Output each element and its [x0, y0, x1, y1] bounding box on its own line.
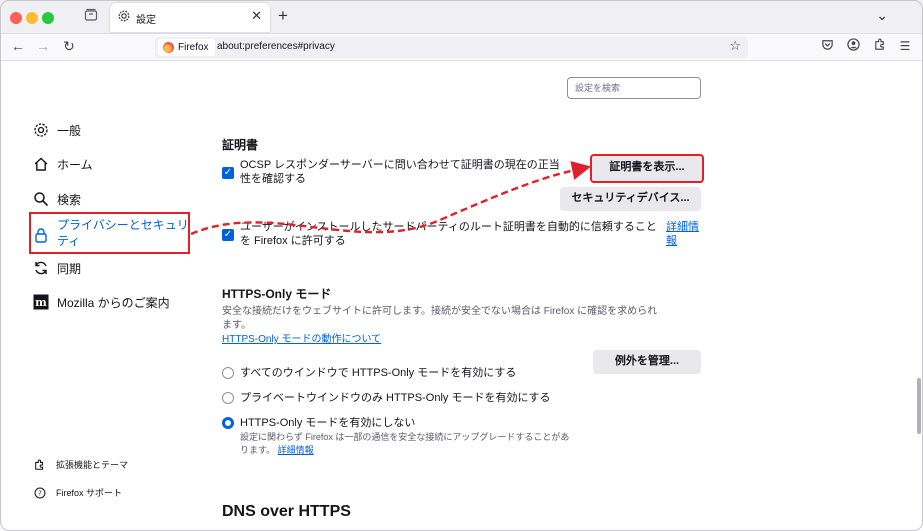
sidebar-item-sync[interactable]: 同期	[33, 257, 81, 279]
identity-label: Firefox	[178, 42, 209, 53]
https-only-disabled-radio[interactable]	[222, 417, 234, 429]
https-only-description-line2: ます。	[222, 320, 251, 331]
https-only-all-windows-radio[interactable]	[222, 367, 234, 379]
dns-over-https-heading: DNS over HTTPS	[222, 503, 351, 520]
third-party-root-label-line2: を Firefox に許可する	[240, 235, 346, 247]
ocsp-checkbox[interactable]: ✓	[222, 167, 234, 179]
url-bar[interactable]: Firefox about:preferences#privacy ☆	[155, 37, 748, 58]
svg-text:m: m	[35, 296, 47, 309]
firefox-logo-icon	[163, 42, 174, 53]
minimize-window-button[interactable]	[26, 12, 38, 24]
account-icon[interactable]	[845, 38, 861, 54]
annotation-highlight-privacy	[29, 212, 190, 254]
https-only-learn-link[interactable]: HTTPS-Only モードの動作について	[222, 333, 381, 347]
ocsp-label: OCSP レスポンダーサーバーに問い合わせて証明書の現在の正当 性を確認する	[240, 158, 560, 186]
https-only-disabled-label: HTTPS-Only モードを有効にしない	[240, 417, 416, 429]
title-bar: 設定 ✕ + ⌄	[0, 0, 923, 34]
extensions-themes-link[interactable]: 拡張機能とテーマ	[34, 458, 128, 471]
forward-button[interactable]: →	[34, 38, 52, 54]
third-party-root-label: ユーザーがインストールしたサードパーティのルート証明書を自動的に信頼すること を…	[240, 220, 657, 248]
firefox-view-icon	[84, 8, 98, 21]
back-button[interactable]: ←	[9, 38, 27, 54]
sidebar-item-mozilla[interactable]: m Mozilla からのご案内	[33, 291, 170, 313]
sync-icon	[35, 261, 47, 275]
security-devices-button[interactable]: セキュリティデバイス...	[560, 187, 701, 211]
reload-button[interactable]: ↻	[60, 38, 78, 55]
certificates-learn-more-link[interactable]: 詳細情 報	[666, 220, 699, 248]
learn-more-line2: 報	[666, 235, 677, 247]
sidebar-item-search[interactable]: 検索	[33, 188, 81, 210]
close-window-button[interactable]	[10, 12, 22, 24]
tab-title: 設定	[136, 15, 156, 26]
sidebar-item-label: 検索	[57, 192, 82, 207]
https-only-all-windows-label: すべてのウインドウで HTTPS-Only モードを有効にする	[240, 367, 517, 379]
puzzle-icon	[35, 459, 44, 470]
url-text[interactable]: about:preferences#privacy	[217, 41, 335, 52]
certificates-heading: 証明書	[222, 138, 259, 152]
https-only-note-learn-more-link[interactable]: 詳細情報	[278, 445, 314, 455]
navigation-toolbar: ← → ↻ Firefox about:preferences#privacy …	[0, 34, 923, 61]
sidebar-item-label: Mozilla からのご案内	[57, 295, 170, 310]
third-party-root-checkbox[interactable]: ✓	[222, 229, 234, 241]
tab-settings[interactable]: 設定 ✕	[110, 3, 270, 32]
ocsp-label-line1: OCSP レスポンダーサーバーに問い合わせて証明書の現在の正当	[240, 159, 560, 171]
extensions-themes-label: 拡張機能とテーマ	[56, 460, 129, 470]
svg-text:?: ?	[38, 489, 42, 497]
https-only-note-line2: ります。	[240, 445, 276, 455]
identity-box[interactable]: Firefox	[158, 39, 215, 56]
sidebar-item-label: ホーム	[57, 157, 93, 172]
zoom-window-button[interactable]	[42, 12, 54, 24]
menu-icon[interactable]: ☰	[897, 38, 913, 54]
bookmark-star-icon[interactable]: ☆	[729, 38, 741, 54]
https-only-private-windows-radio[interactable]	[222, 392, 234, 404]
third-party-root-label-line1: ユーザーがインストールしたサードパーティのルート証明書を自動的に信頼すること	[240, 221, 657, 233]
help-icon: ?	[34, 487, 46, 498]
mozilla-icon: m	[33, 294, 49, 310]
list-all-tabs-button[interactable]: ⌄	[876, 7, 888, 24]
manage-exceptions-button[interactable]: 例外を管理...	[593, 350, 701, 374]
firefox-support-link[interactable]: ? Firefox サポート	[34, 486, 122, 499]
extensions-icon[interactable]	[871, 38, 887, 54]
search-icon	[34, 192, 49, 207]
sidebar-item-home[interactable]: ホーム	[33, 153, 93, 175]
firefox-view-button[interactable]	[82, 8, 100, 26]
home-icon	[34, 157, 48, 171]
settings-search-input[interactable]: 設定を検索	[567, 77, 701, 99]
tab-close-button[interactable]: ✕	[251, 8, 262, 24]
pocket-icon[interactable]	[819, 38, 835, 54]
firefox-support-label: Firefox サポート	[56, 488, 123, 498]
sidebar-item-label: 一般	[57, 123, 82, 138]
gear-icon	[118, 10, 130, 22]
https-only-note-line1: 設定に関わらず Firefox は一部の通信を安全な接続にアップグレードすること…	[240, 432, 570, 442]
ocsp-label-line2: 性を確認する	[240, 173, 306, 185]
view-certificates-button[interactable]: 証明書を表示...	[590, 154, 704, 183]
page-scrollbar[interactable]	[917, 378, 921, 434]
https-only-note: 設定に関わらず Firefox は一部の通信を安全な接続にアップグレードすること…	[240, 431, 569, 457]
https-only-heading: HTTPS-Only モード	[222, 287, 332, 301]
https-only-description-line1: 安全な接続だけをウェブサイトに許可します。接続が安全でない場合は Firefox…	[222, 306, 658, 317]
learn-more-line1: 詳細情	[666, 221, 699, 233]
https-only-description: 安全な接続だけをウェブサイトに許可します。接続が安全でない場合は Firefox…	[222, 305, 657, 333]
https-only-private-windows-label: プライベートウインドウのみ HTTPS-Only モードを有効にする	[240, 392, 551, 404]
new-tab-button[interactable]: +	[278, 6, 288, 26]
gear-icon	[34, 123, 48, 137]
sidebar-item-label: 同期	[57, 261, 82, 276]
sidebar-item-general[interactable]: 一般	[33, 119, 81, 141]
